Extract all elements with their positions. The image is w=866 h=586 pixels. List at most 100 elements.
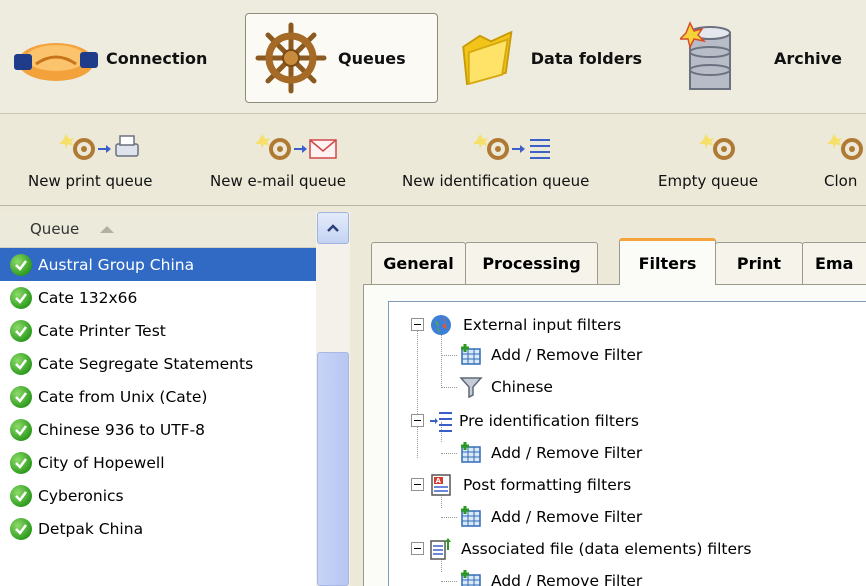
queue-name: Detpak China xyxy=(38,519,144,538)
filter-group-pre-identification[interactable]: Pre identification filters xyxy=(429,406,639,436)
collapse-toggle[interactable] xyxy=(411,542,424,555)
queue-name: Austral Group China xyxy=(38,255,195,274)
filter-group-label: Post formatting filters xyxy=(463,476,632,494)
queue-list-item[interactable]: Cate Printer Test xyxy=(0,314,316,347)
check-status-icon xyxy=(10,352,32,375)
queue-list: Austral Group China Cate 132x66 Cate Pri… xyxy=(0,248,316,545)
filter-item-label: Add / Remove Filter xyxy=(491,508,643,526)
queue-name: City of Hopewell xyxy=(38,453,165,472)
data-elements-icon xyxy=(430,538,451,560)
add-remove-filter-icon xyxy=(461,570,481,586)
new-email-queue-label: New e-mail queue xyxy=(210,172,347,190)
nav-connection-label: Connection xyxy=(106,48,208,68)
new-print-queue-button[interactable]: New print queue xyxy=(0,114,202,206)
scrollbar-thumb[interactable] xyxy=(317,352,349,586)
filter-group-associated-file[interactable]: Associated file (data elements) filters xyxy=(429,534,751,564)
filter-group-post-formatting[interactable]: A Post formatting filters xyxy=(429,470,631,500)
new-email-queue-icon xyxy=(255,134,337,160)
queue-list-item[interactable]: Cate Segregate Statements xyxy=(0,347,316,380)
queue-name: Cate 132x66 xyxy=(38,288,138,307)
collapse-toggle[interactable] xyxy=(411,414,424,427)
tab-email-label: Ema xyxy=(815,254,854,273)
queue-name: Chinese 936 to UTF-8 xyxy=(38,420,206,439)
nav-data-folders-button[interactable]: Data folders xyxy=(452,13,642,103)
ship-wheel-icon xyxy=(255,22,327,94)
check-status-icon xyxy=(10,319,32,342)
tab-general-label: General xyxy=(383,254,454,273)
tab-filters[interactable]: Filters xyxy=(619,238,716,285)
empty-queue-icon xyxy=(699,134,735,160)
add-remove-filter-item[interactable]: Add / Remove Filter xyxy=(459,566,642,586)
queue-list-item[interactable]: City of Hopewell xyxy=(0,446,316,479)
collapse-toggle[interactable] xyxy=(411,478,424,491)
tab-general[interactable]: General xyxy=(371,242,466,284)
check-status-icon xyxy=(10,253,32,276)
empty-queue-label: Empty queue xyxy=(658,172,759,190)
queue-column-header-label: Queue xyxy=(30,220,80,238)
check-status-icon xyxy=(10,286,32,309)
tab-processing[interactable]: Processing xyxy=(465,242,598,284)
tab-print-label: Print xyxy=(736,254,782,273)
nav-archive-label: Archive xyxy=(774,48,842,68)
add-remove-filter-icon xyxy=(461,506,481,527)
filter-group-label: External input filters xyxy=(463,316,622,334)
queue-details-panel: General Processing Filters Print Ema Ext… xyxy=(351,212,866,586)
queue-list-item[interactable]: Cyberonics xyxy=(0,479,316,512)
queue-column-header[interactable]: Queue xyxy=(0,212,316,248)
add-remove-filter-icon xyxy=(461,344,481,365)
filter-item-chinese[interactable]: Chinese xyxy=(459,372,553,402)
tab-email[interactable]: Ema xyxy=(802,242,866,284)
filter-item-label: Add / Remove Filter xyxy=(491,346,643,364)
add-remove-filter-icon xyxy=(461,442,481,463)
check-status-icon xyxy=(10,517,32,540)
queue-list-scrollbar[interactable] xyxy=(316,212,350,586)
queue-list-item[interactable]: Austral Group China xyxy=(0,248,316,281)
check-status-icon xyxy=(10,385,32,408)
queue-name: Cate Printer Test xyxy=(38,321,166,340)
funnel-icon xyxy=(459,377,483,399)
tab-print[interactable]: Print xyxy=(715,242,803,284)
new-identification-queue-label: New identification queue xyxy=(402,172,590,190)
queue-list-item[interactable]: Cate from Unix (Cate) xyxy=(0,380,316,413)
queue-list-item[interactable]: Detpak China xyxy=(0,512,316,545)
clone-queue-button[interactable]: Clon xyxy=(800,114,866,206)
filter-tree: External input filters Add / Remove Filt… xyxy=(388,301,866,586)
text-format-icon: A xyxy=(431,474,451,496)
add-remove-filter-item[interactable]: Add / Remove Filter xyxy=(459,438,642,468)
empty-queue-button[interactable]: Empty queue xyxy=(650,114,800,206)
check-status-icon xyxy=(10,418,32,441)
nav-archive-button[interactable]: Archive xyxy=(680,13,866,103)
sort-ascending-icon xyxy=(100,226,114,233)
new-print-queue-icon xyxy=(59,134,139,160)
queue-toolbar: New print queue New e-mail queue New ide… xyxy=(0,114,866,206)
nav-data-folders-label: Data folders xyxy=(530,48,642,68)
add-remove-filter-item[interactable]: Add / Remove Filter xyxy=(459,502,642,532)
filter-item-label: Chinese xyxy=(491,378,553,396)
handshake-icon xyxy=(14,43,98,81)
main-navigation-bar: Connection Queues Data folders Archive xyxy=(0,0,866,114)
tab-processing-label: Processing xyxy=(482,254,581,273)
tab-filters-label: Filters xyxy=(638,253,697,273)
new-email-queue-button[interactable]: New e-mail queue xyxy=(202,114,398,206)
add-remove-filter-item[interactable]: Add / Remove Filter xyxy=(459,340,642,370)
queue-name: Cate from Unix (Cate) xyxy=(38,387,208,406)
queue-list-item[interactable]: Cate 132x66 xyxy=(0,281,316,314)
queue-list-item[interactable]: Chinese 936 to UTF-8 xyxy=(0,413,316,446)
filter-item-label: Add / Remove Filter xyxy=(491,572,643,586)
queue-name: Cyberonics xyxy=(38,486,124,505)
check-status-icon xyxy=(10,484,32,507)
scroll-up-button[interactable] xyxy=(317,212,349,244)
queue-name: Cate Segregate Statements xyxy=(38,354,254,373)
clone-queue-label: Clon xyxy=(824,172,858,190)
filter-item-label: Add / Remove Filter xyxy=(491,444,643,462)
filter-group-label: Associated file (data elements) filters xyxy=(461,540,752,558)
chevron-up-icon xyxy=(327,224,339,232)
folder-icon xyxy=(462,30,513,86)
filter-group-external-input[interactable]: External input filters xyxy=(429,310,621,340)
nav-queues-button[interactable]: Queues xyxy=(245,13,438,103)
new-identification-queue-icon xyxy=(473,134,550,160)
nav-connection-button[interactable]: Connection xyxy=(8,13,236,103)
queue-list-panel: Queue Austral Group China Cate 132x66 Ca… xyxy=(0,212,350,586)
new-identification-queue-button[interactable]: New identification queue xyxy=(398,114,650,206)
collapse-toggle[interactable] xyxy=(411,318,424,331)
